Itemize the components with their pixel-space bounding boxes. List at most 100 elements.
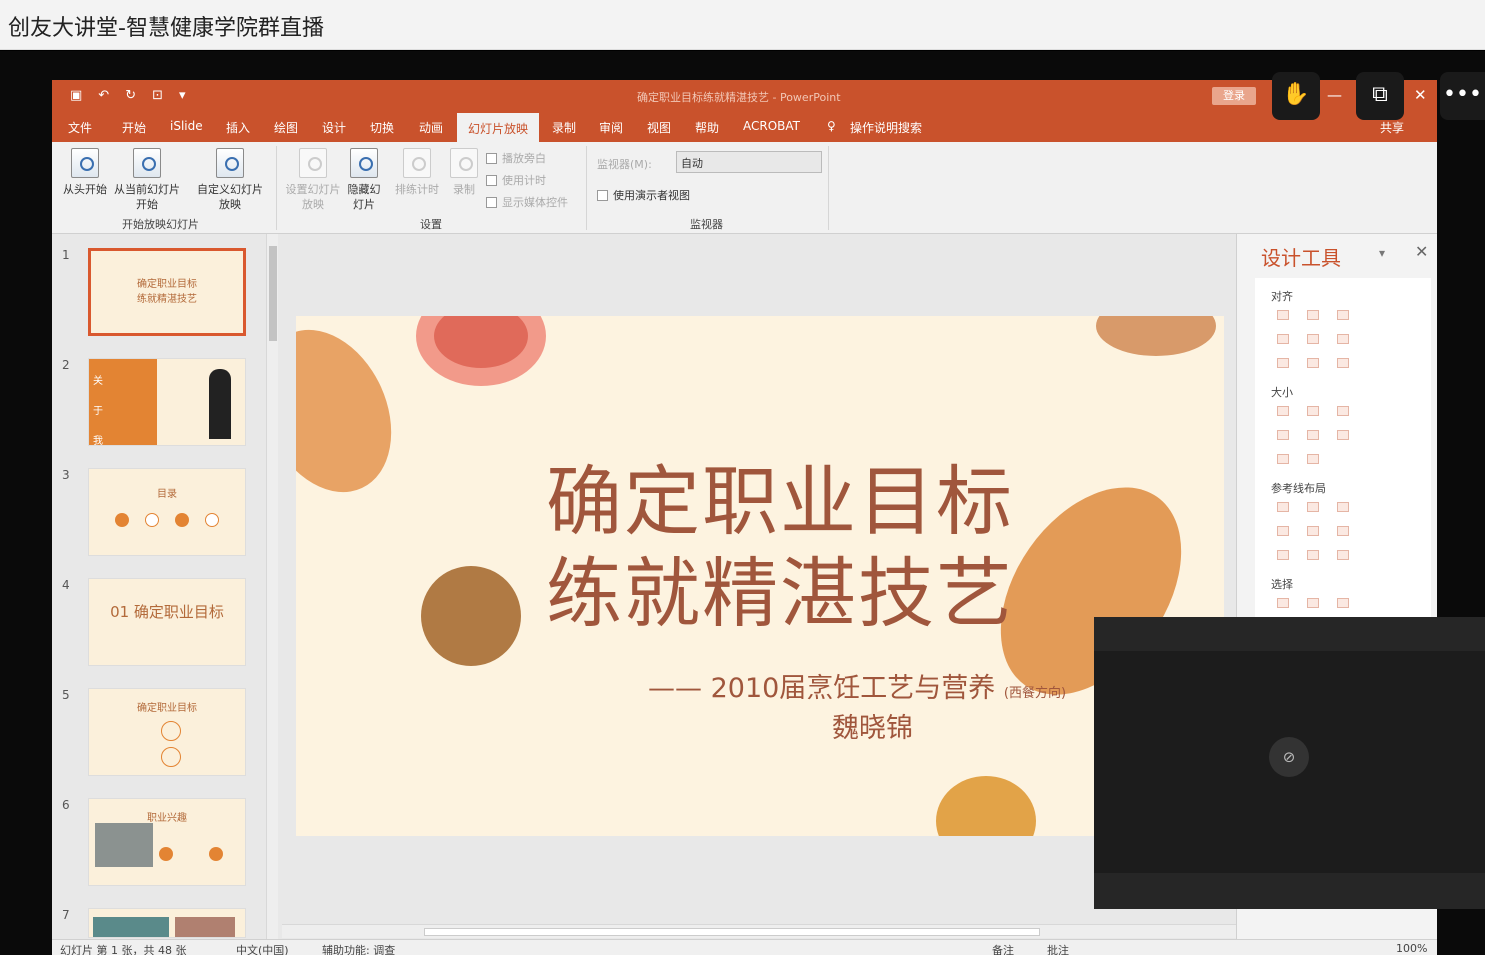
- share-button[interactable]: 共享: [1380, 119, 1404, 136]
- tab-file[interactable]: 文件: [68, 119, 92, 136]
- guide-icon[interactable]: [1277, 502, 1289, 512]
- language-indicator[interactable]: 中文(中国): [236, 942, 289, 955]
- guide-icon[interactable]: [1307, 502, 1319, 512]
- accessibility-status[interactable]: 辅助功能: 调查: [322, 942, 395, 955]
- notes-button[interactable]: 备注: [992, 942, 1014, 955]
- from-start-button[interactable]: 从头开始: [60, 148, 110, 197]
- size-icon[interactable]: [1307, 454, 1319, 464]
- align-bottom-icon[interactable]: [1337, 334, 1349, 344]
- tab-record[interactable]: 录制: [552, 119, 576, 136]
- tab-view[interactable]: 视图: [647, 119, 671, 136]
- thumb-title: 01 确定职业目标: [110, 603, 224, 621]
- minimize-icon[interactable]: —: [1327, 86, 1342, 104]
- select-icon[interactable]: [1277, 598, 1289, 608]
- distribute-v-icon[interactable]: [1307, 358, 1319, 368]
- tell-me-search[interactable]: 操作说明搜索: [850, 119, 922, 136]
- undo-icon[interactable]: ↶: [98, 88, 109, 103]
- chevron-down-icon[interactable]: ▾: [1379, 246, 1385, 260]
- thumbnail-slide-2[interactable]: 关于我: [88, 358, 246, 446]
- thumbnail-slide-1[interactable]: 确定职业目标 练就精湛技艺: [88, 248, 246, 336]
- thumbnail-slide-5[interactable]: 确定职业目标: [88, 688, 246, 776]
- tab-animations[interactable]: 动画: [419, 119, 443, 136]
- hide-slide-button[interactable]: 隐藏幻灯片: [344, 148, 384, 212]
- tab-transitions[interactable]: 切换: [370, 119, 394, 136]
- use-timings-checkbox[interactable]: 使用计时: [486, 172, 546, 188]
- size-icon[interactable]: [1277, 406, 1289, 416]
- size-icon[interactable]: [1307, 430, 1319, 440]
- more-icon[interactable]: •••: [1440, 72, 1485, 120]
- tab-acrobat[interactable]: ACROBAT: [743, 119, 800, 133]
- slideshow-start-icon: [71, 148, 99, 178]
- pastry-illustration: [1096, 316, 1216, 356]
- select-icon[interactable]: [1307, 598, 1319, 608]
- checkbox-box: [486, 196, 497, 208]
- comments-button[interactable]: 批注: [1047, 942, 1069, 955]
- cookie-illustration: [421, 566, 521, 666]
- record-button[interactable]: 录制: [444, 148, 484, 197]
- tab-slideshow[interactable]: 幻灯片放映: [457, 113, 540, 142]
- scrollbar-thumb[interactable]: [424, 928, 1040, 936]
- present-icon[interactable]: ⊡: [152, 88, 163, 103]
- guide-icon[interactable]: [1337, 526, 1349, 536]
- thumbnail-slide-3[interactable]: 目录: [88, 468, 246, 556]
- grid-icon[interactable]: [1337, 358, 1349, 368]
- save-icon[interactable]: ▣: [70, 88, 82, 103]
- redo-icon[interactable]: ↻: [125, 88, 136, 103]
- tab-draw[interactable]: 绘图: [274, 119, 298, 136]
- tab-islide[interactable]: iSlide: [170, 119, 203, 133]
- align-top-icon[interactable]: [1277, 334, 1289, 344]
- tab-insert[interactable]: 插入: [226, 119, 250, 136]
- align-left-icon[interactable]: [1277, 310, 1289, 320]
- align-middle-icon[interactable]: [1307, 334, 1319, 344]
- thumb-dot: [205, 513, 219, 527]
- distribute-h-icon[interactable]: [1277, 358, 1289, 368]
- setup-show-button[interactable]: 设置幻灯片放映: [282, 148, 344, 212]
- close-icon[interactable]: ✕: [1414, 86, 1427, 104]
- thumbnail-slide-4[interactable]: 01 确定职业目标: [88, 578, 246, 666]
- guide-icon[interactable]: [1337, 550, 1349, 560]
- align-center-icon[interactable]: [1307, 310, 1319, 320]
- tab-review[interactable]: 审阅: [599, 119, 623, 136]
- scrollbar-thumb[interactable]: [269, 246, 277, 341]
- custom-show-button[interactable]: 自定义幻灯片放映: [192, 148, 268, 212]
- checkbox-box: [597, 189, 608, 201]
- rehearse-button[interactable]: 排练计时: [392, 148, 442, 197]
- thumb-number: 7: [62, 908, 70, 922]
- monitor-label: 监视器(M):: [597, 158, 652, 171]
- monitor-select[interactable]: 自动: [676, 151, 822, 173]
- current-slide[interactable]: 确定职业目标 练就精湛技艺 —— 2010届烹饪工艺与营养 (西餐方向) 魏晓锦: [296, 316, 1224, 836]
- magic-wand-icon[interactable]: [1337, 598, 1349, 608]
- from-current-button[interactable]: 从当前幻灯片开始: [112, 148, 182, 212]
- size-icon[interactable]: [1337, 406, 1349, 416]
- guide-icon[interactable]: [1277, 526, 1289, 536]
- tab-help[interactable]: 帮助: [695, 119, 719, 136]
- tab-home[interactable]: 开始: [122, 119, 146, 136]
- presenter-view-checkbox[interactable]: 使用演示者视图: [597, 187, 690, 203]
- slide-horizontal-scrollbar[interactable]: [282, 924, 1236, 938]
- slide-author: 魏晓锦: [832, 713, 913, 744]
- thumbnail-slide-6[interactable]: 职业兴趣: [88, 798, 246, 886]
- guide-icon[interactable]: [1307, 526, 1319, 536]
- login-button[interactable]: 登录: [1212, 87, 1256, 105]
- zoom-level[interactable]: 100%: [1396, 942, 1427, 955]
- align-right-icon[interactable]: [1337, 310, 1349, 320]
- group-label-monitors: 监视器: [690, 218, 723, 231]
- share-screen-icon[interactable]: ⧉: [1356, 72, 1404, 120]
- guide-icon[interactable]: [1337, 502, 1349, 512]
- size-icon[interactable]: [1307, 406, 1319, 416]
- size-icon[interactable]: [1277, 430, 1289, 440]
- size-icon[interactable]: [1337, 430, 1349, 440]
- guide-icon[interactable]: [1307, 550, 1319, 560]
- play-narration-checkbox[interactable]: 播放旁白: [486, 150, 546, 166]
- thumbnails-scrollbar[interactable]: [266, 234, 278, 939]
- video-tile[interactable]: ⊘: [1094, 617, 1485, 909]
- close-icon[interactable]: ✕: [1415, 242, 1428, 261]
- size-icon[interactable]: [1277, 454, 1289, 464]
- hand-raise-icon[interactable]: ✋: [1272, 72, 1320, 120]
- guide-icon[interactable]: [1277, 550, 1289, 560]
- media-controls-checkbox[interactable]: 显示媒体控件: [486, 194, 568, 210]
- tab-design[interactable]: 设计: [322, 119, 346, 136]
- thumb-number: 4: [62, 578, 70, 592]
- customize-qa-icon[interactable]: ▾: [179, 88, 186, 103]
- thumbnail-slide-7[interactable]: [88, 908, 246, 938]
